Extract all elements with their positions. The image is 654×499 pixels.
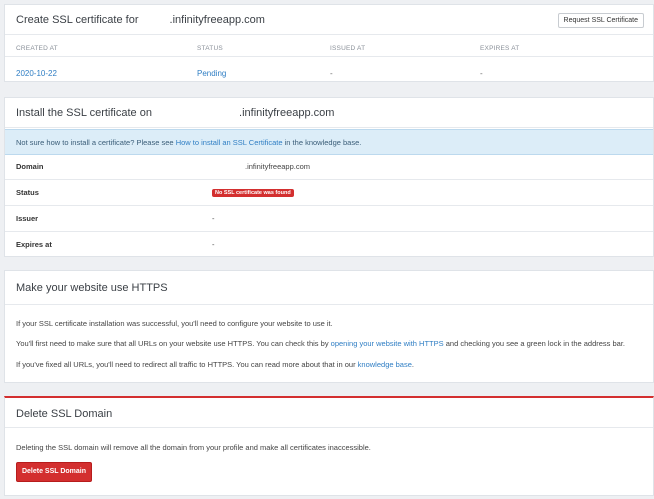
create-ssl-title: Create SSL certificate for .infinityfree… [16,14,265,26]
https-card: Make your website use HTTPS If your SSL … [4,270,654,383]
info-suffix: in the knowledge base. [284,138,362,147]
expires-value: - [212,240,215,249]
install-ssl-card: Install the SSL certificate on .infinity… [4,97,654,257]
install-ssl-title-prefix: Install the SSL certificate on [16,107,152,119]
p3-suffix: . [411,360,414,369]
status-pending: Pending [197,69,227,78]
delete-description: Deleting the SSL domain will remove all … [16,443,371,452]
create-ssl-card-header: Create SSL certificate for .infinityfree… [5,5,653,35]
install-ssl-title-domain: .infinityfreeapp.com [239,107,335,119]
domain-label: Domain [16,162,44,171]
https-paragraph-1: If your SSL certificate installation was… [16,319,333,328]
create-ssl-title-prefix: Create SSL certificate for [16,14,139,26]
delete-ssl-domain-button[interactable]: Delete SSL Domain [16,462,92,482]
column-status: STATUS [197,45,223,52]
https-paragraph-3: If you've fixed all URLs, you'll need to… [16,360,414,369]
how-to-install-link[interactable]: How to install an SSL Certificate [176,138,283,147]
https-card-header: Make your website use HTTPS [5,271,653,305]
delete-card-header: Delete SSL Domain [5,398,653,428]
status-badge: No SSL certificate was found [212,189,294,197]
https-title: Make your website use HTTPS [16,282,168,294]
request-ssl-button[interactable]: Request SSL Certificate [557,13,644,28]
expires-at-value: - [480,69,483,78]
issued-at-value: - [330,69,333,78]
p3-prefix: If you've fixed all URLs, you'll need to… [16,360,356,369]
open-with-https-link[interactable]: opening your website with HTTPS [331,339,444,348]
create-ssl-card: Create SSL certificate for .infinityfree… [4,4,654,82]
install-info-alert: Not sure how to install a certificate? P… [5,129,653,155]
issuer-value: - [212,214,215,223]
expires-label: Expires at [16,240,52,249]
column-created-at: CREATED AT [16,45,58,52]
info-prefix: Not sure how to install a certificate? P… [16,138,174,147]
knowledge-base-link[interactable]: knowledge base [358,360,412,369]
domain-value: .infinityfreeapp.com [245,162,311,171]
column-issued-at: ISSUED AT [330,45,366,52]
issuer-label: Issuer [16,214,39,223]
delete-title: Delete SSL Domain [16,408,113,420]
install-ssl-card-header: Install the SSL certificate on .infinity… [5,98,653,128]
created-at-link[interactable]: 2020-10-22 [16,69,57,78]
https-paragraph-2: You'll first need to make sure that all … [16,339,625,348]
create-ssl-title-domain: .infinityfreeapp.com [169,14,265,26]
column-expires-at: EXPIRES AT [480,45,520,52]
p2-suffix: and checking you see a green lock in the… [445,339,626,348]
install-ssl-title: Install the SSL certificate on .infinity… [16,107,334,119]
status-label: Status [16,188,39,197]
delete-ssl-card: Delete SSL Domain Deleting the SSL domai… [4,396,654,496]
p2-prefix: You'll first need to make sure that all … [16,339,329,348]
